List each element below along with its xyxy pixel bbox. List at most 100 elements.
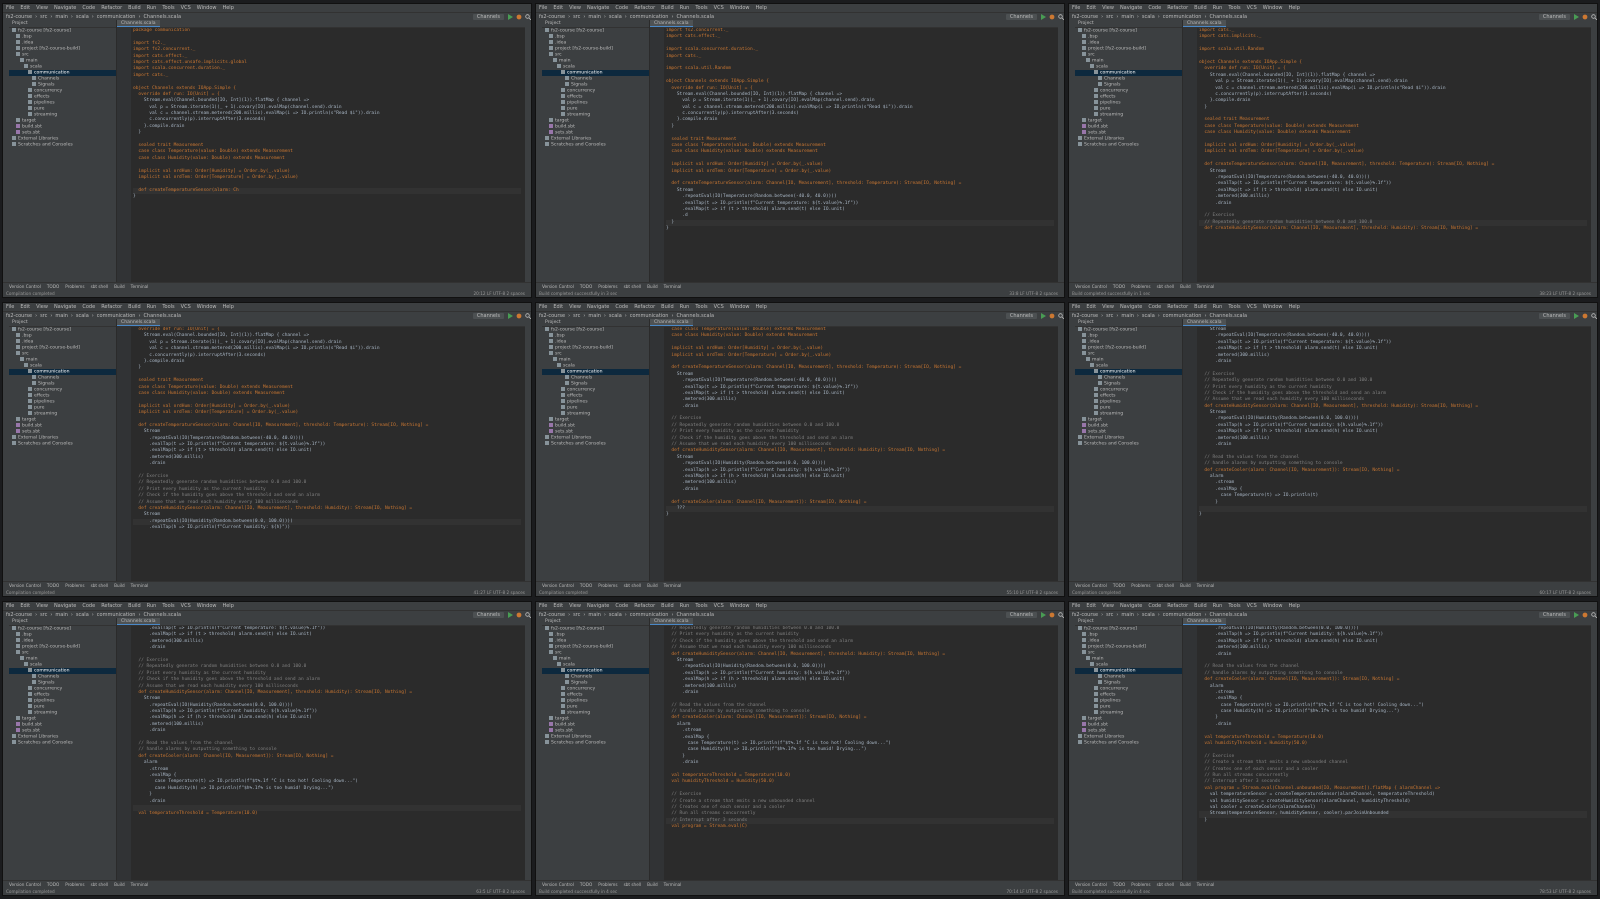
menu-edit[interactable]: Edit <box>1086 4 1096 12</box>
menu-run[interactable]: Run <box>680 602 690 610</box>
tool-window-button[interactable]: TODO <box>580 283 592 290</box>
menu-run[interactable]: Run <box>1213 4 1223 12</box>
tab-channels-scala[interactable]: Channels.scala <box>117 20 160 27</box>
menu-code[interactable]: Code <box>1148 602 1161 610</box>
menu-view[interactable]: View <box>36 303 48 311</box>
project-panel-header[interactable]: Project <box>542 319 649 327</box>
caret-position[interactable]: 20:12 LF UTF-8 2 spaces <box>474 290 531 297</box>
menu-vcs[interactable]: VCS <box>1247 303 1257 311</box>
menu-refactor[interactable]: Refactor <box>101 4 122 12</box>
menu-navigate[interactable]: Navigate <box>54 602 76 610</box>
menu-tools[interactable]: Tools <box>1228 602 1240 610</box>
code-area[interactable]: .repeatEval(IO(Humidity(Random.between(0… <box>1199 626 1587 881</box>
tool-window-button[interactable]: sbt shell <box>624 881 642 888</box>
code-area[interactable]: // Repeatedly generate random humidities… <box>666 626 1054 881</box>
tool-window-button[interactable]: Build <box>647 582 658 589</box>
menu-refactor[interactable]: Refactor <box>634 4 655 12</box>
tool-window-button[interactable]: sbt shell <box>624 582 642 589</box>
menu-help[interactable]: Help <box>1288 4 1299 12</box>
menu-refactor[interactable]: Refactor <box>101 602 122 610</box>
tool-window-button[interactable]: Problems <box>598 283 617 290</box>
menu-vcs[interactable]: VCS <box>714 303 724 311</box>
tool-window-button[interactable]: Problems <box>598 881 617 888</box>
tab-channels-scala[interactable]: Channels.scala <box>117 319 160 326</box>
menu-view[interactable]: View <box>36 4 48 12</box>
tool-window-button[interactable]: Terminal <box>664 582 682 589</box>
menu-edit[interactable]: Edit <box>553 602 563 610</box>
tool-window-button[interactable]: Terminal <box>131 582 149 589</box>
tool-window-button[interactable]: sbt shell <box>1157 283 1175 290</box>
menu-view[interactable]: View <box>1102 4 1114 12</box>
menu-build[interactable]: Build <box>661 303 674 311</box>
menu-refactor[interactable]: Refactor <box>1167 602 1188 610</box>
menu-view[interactable]: View <box>36 602 48 610</box>
tool-window-button[interactable]: Terminal <box>1197 881 1215 888</box>
menu-vcs[interactable]: VCS <box>714 602 724 610</box>
tab-channels-scala[interactable]: Channels.scala <box>650 20 693 27</box>
tool-window-button[interactable]: Version Control <box>1075 582 1107 589</box>
tool-window-button[interactable]: Version Control <box>542 283 574 290</box>
menu-run[interactable]: Run <box>147 602 157 610</box>
code-editor[interactable]: Channels.scala package communication impo… <box>117 20 525 283</box>
tool-window-button[interactable]: Terminal <box>664 283 682 290</box>
tool-window-button[interactable]: sbt shell <box>91 881 109 888</box>
code-area[interactable]: .evalTap(t => IO.println(f"Current tempe… <box>133 626 521 881</box>
tool-window-button[interactable]: sbt shell <box>1157 582 1175 589</box>
code-editor[interactable]: Channels.scala Stream .repeatEval(IO(Tem… <box>1183 319 1591 582</box>
tab-channels-scala[interactable]: Channels.scala <box>1183 20 1226 27</box>
menu-file[interactable]: File <box>539 303 547 311</box>
menu-navigate[interactable]: Navigate <box>1120 602 1142 610</box>
code-editor[interactable]: Channels.scala import fs2.concurrent._ im… <box>650 20 1058 283</box>
menu-edit[interactable]: Edit <box>20 602 30 610</box>
menu-edit[interactable]: Edit <box>553 4 563 12</box>
code-area[interactable]: import cats._ import cats.implicits._ impo… <box>1199 28 1587 283</box>
tool-window-button[interactable]: Version Control <box>1075 283 1107 290</box>
menu-run[interactable]: Run <box>1213 303 1223 311</box>
project-panel-header[interactable]: Project <box>9 618 116 626</box>
menu-code[interactable]: Code <box>615 303 628 311</box>
menu-vcs[interactable]: VCS <box>181 303 191 311</box>
menu-run[interactable]: Run <box>147 303 157 311</box>
tool-window-button[interactable]: sbt shell <box>624 283 642 290</box>
menu-tools[interactable]: Tools <box>695 303 707 311</box>
tool-window-button[interactable]: Build <box>114 283 125 290</box>
project-panel-header[interactable]: Project <box>1075 20 1182 28</box>
menu-navigate[interactable]: Navigate <box>587 602 609 610</box>
menu-view[interactable]: View <box>1102 602 1114 610</box>
tool-window-button[interactable]: Problems <box>1131 582 1150 589</box>
menu-vcs[interactable]: VCS <box>1247 4 1257 12</box>
tool-window-button[interactable]: Build <box>647 881 658 888</box>
menu-window[interactable]: Window <box>730 303 750 311</box>
caret-position[interactable]: 38:23 LF UTF-8 2 spaces <box>1540 290 1597 297</box>
menu-tools[interactable]: Tools <box>162 303 174 311</box>
menu-vcs[interactable]: VCS <box>714 4 724 12</box>
menu-file[interactable]: File <box>1072 4 1080 12</box>
tool-window-button[interactable]: TODO <box>1113 283 1125 290</box>
tool-window-button[interactable]: Terminal <box>1197 283 1215 290</box>
menu-run[interactable]: Run <box>680 303 690 311</box>
menu-navigate[interactable]: Navigate <box>54 303 76 311</box>
menu-window[interactable]: Window <box>197 602 217 610</box>
menu-file[interactable]: File <box>6 303 14 311</box>
tree-item[interactable]: Scratches and Consoles <box>9 142 116 148</box>
menu-build[interactable]: Build <box>1194 4 1207 12</box>
code-area[interactable]: import fs2.concurrent._ import cats.effec… <box>666 28 1054 283</box>
tool-window-button[interactable]: TODO <box>47 881 59 888</box>
tool-window-button[interactable]: TODO <box>1113 881 1125 888</box>
project-panel-header[interactable]: Project <box>9 319 116 327</box>
tool-window-button[interactable]: Build <box>1180 283 1191 290</box>
menu-code[interactable]: Code <box>1148 4 1161 12</box>
tool-window-button[interactable]: TODO <box>1113 582 1125 589</box>
menu-navigate[interactable]: Navigate <box>587 4 609 12</box>
menu-view[interactable]: View <box>1102 303 1114 311</box>
tab-channels-scala[interactable]: Channels.scala <box>117 618 160 625</box>
menu-run[interactable]: Run <box>147 4 157 12</box>
caret-position[interactable]: 63:5 LF UTF-8 2 spaces <box>476 888 531 895</box>
menu-vcs[interactable]: VCS <box>181 4 191 12</box>
menu-navigate[interactable]: Navigate <box>1120 303 1142 311</box>
tab-channels-scala[interactable]: Channels.scala <box>1183 618 1226 625</box>
menu-tools[interactable]: Tools <box>695 602 707 610</box>
tool-window-button[interactable]: Terminal <box>131 881 149 888</box>
tab-channels-scala[interactable]: Channels.scala <box>650 319 693 326</box>
tree-item[interactable]: Scratches and Consoles <box>9 740 116 746</box>
